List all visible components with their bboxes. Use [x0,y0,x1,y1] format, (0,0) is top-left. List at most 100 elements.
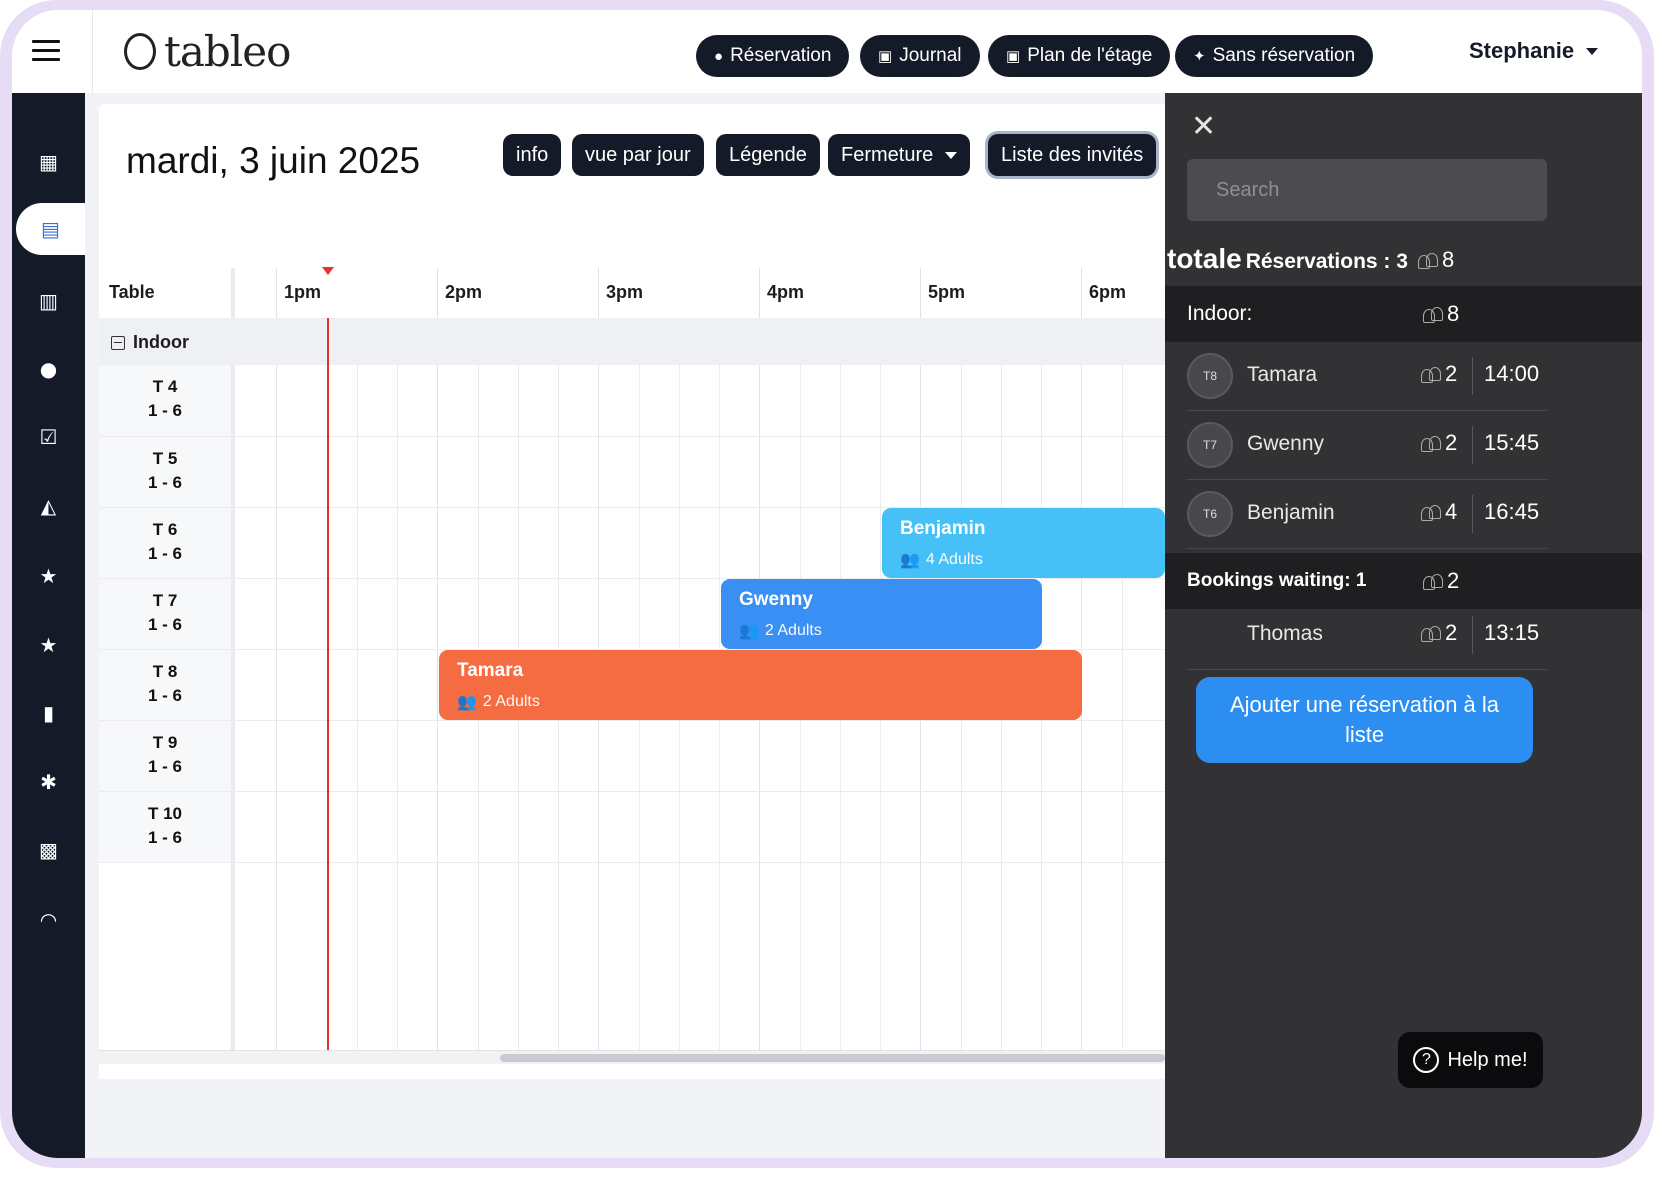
row-divider [99,720,1165,721]
divider [1472,426,1473,464]
guest-list-panel: ✕ totale Réservations : 3 8 Indoor: 8 T8… [1165,93,1642,1158]
table-capacity: 1 - 6 [147,686,183,705]
booking-block[interactable]: Tamara 👥 2 Adults [439,650,1082,720]
guest-name: Thomas [1247,622,1323,645]
floor-plan-button[interactable]: ▣ Plan de l'étage [988,35,1171,77]
guest-name: Benjamin [1247,501,1335,524]
booking-guests-label: 2 Adults [764,622,822,639]
hour-label: 2pm [445,282,483,302]
table-badge: T7 [1187,422,1233,468]
section-guests-value: 2 [1447,568,1460,593]
table-name: T 7 [152,591,178,610]
plus-circle-icon: ● [714,47,724,65]
people-icon [1421,366,1441,383]
walk-in-button[interactable]: ✦ Sans réservation [1175,35,1374,77]
legend-button[interactable]: Légende [716,134,820,176]
plus-card-icon[interactable]: ▮ [12,687,85,739]
main-panel: mardi, 3 juin 2025 info vue par jour Lég… [99,104,1165,1079]
user-name: Stephanie [1469,38,1575,63]
group-toggle[interactable]: Indoor [111,332,189,353]
people-icon [1423,573,1443,590]
gift-icon[interactable]: ▩ [12,824,85,876]
review-icon[interactable]: ☑ [12,411,85,463]
row-divider [99,436,1165,437]
group-row[interactable]: Indoor [99,318,1165,365]
user-menu[interactable]: Stephanie [1469,38,1599,64]
row-divider [99,791,1165,792]
top-bar: tableo ● Réservation ▣ Journal ▣ Plan de… [12,10,1642,93]
hamburger-menu-icon[interactable] [32,40,60,62]
section-label: Bookings waiting: 1 [1187,570,1367,591]
table-badge: T6 [1187,491,1233,537]
chart-icon[interactable]: ◭ [12,480,85,532]
headset-icon[interactable]: ◠ [12,894,85,946]
table-cell: T 4 1 - 6 [99,365,231,436]
section-label: Indoor: [1187,302,1253,325]
table-badge: T8 [1187,353,1233,399]
guest-list-button[interactable]: Liste des invités [988,134,1157,176]
guest-time: 14:00 [1484,361,1540,386]
search-input[interactable] [1187,159,1547,221]
reservation-button[interactable]: ● Réservation [696,35,850,77]
walk-in-button-label: Sans réservation [1212,45,1356,66]
divider [1472,495,1473,533]
calendar-icon: ▣ [878,48,893,65]
section-guests: 8 [1423,301,1459,327]
divider [1472,357,1473,395]
indoor-section-header: Indoor: 8 [1165,286,1642,342]
table-name: T 9 [152,733,178,752]
chevron-down-icon [945,151,958,159]
guest-row[interactable]: T7 Gwenny 2 15:45 [1187,412,1547,480]
table-capacity: 1 - 6 [147,544,183,563]
device-frame: tableo ● Réservation ▣ Journal ▣ Plan de… [0,0,1654,1168]
gridline [357,318,358,1050]
guest-time: 16:45 [1484,499,1540,524]
booking-block[interactable]: Benjamin 👥 4 Adults [882,508,1165,578]
logo[interactable]: tableo [124,26,291,76]
column-separator [231,268,235,1058]
book-icon[interactable]: ▥ [12,275,85,327]
dashboard-icon[interactable]: ▦ [12,136,85,188]
star-icon[interactable]: ★ [12,550,85,602]
logo-text: tableo [164,26,291,76]
day-view-button[interactable]: vue par jour [572,134,704,176]
total-guests: 8 [1417,247,1454,273]
user-icon[interactable]: ● [12,343,85,395]
star-icon[interactable]: ★ [12,619,85,671]
gridline [397,318,398,1050]
guest-row[interactable]: T6 Benjamin 4 16:45 [1187,481,1547,549]
close-icon[interactable]: ✕ [1191,109,1216,144]
guest-count: 2 [1421,430,1457,456]
table-capacity: 1 - 6 [147,401,183,420]
journal-button-label: Journal [899,45,962,66]
sidebar: ▦ ▤ ▥ ● ☑ ◭ ★ ★ ▮ ✱ ▩ ◠ [12,93,85,1158]
gear-icon[interactable]: ✱ [12,756,85,808]
walk-in-icon: ✦ [1193,48,1206,65]
section-guests: 2 [1423,568,1459,594]
group-icon: 👥 [457,694,477,711]
table-column-header: Table [109,282,155,302]
journal-button[interactable]: ▣ Journal [860,35,980,77]
info-button[interactable]: info [503,134,562,176]
booking-guests-label: 2 Adults [482,693,540,710]
app-screen: tableo ● Réservation ▣ Journal ▣ Plan de… [12,10,1642,1158]
section-guests-value: 8 [1447,301,1460,326]
closing-dropdown[interactable]: Fermeture [828,134,971,176]
row-divider [99,862,1165,863]
help-button[interactable]: ? Help me! [1398,1032,1543,1088]
add-to-waitlist-button[interactable]: Ajouter une réservation à la liste [1196,677,1533,763]
waiting-section-header: Bookings waiting: 1 2 [1165,553,1642,609]
help-icon: ? [1413,1047,1440,1073]
scrollbar-thumb[interactable] [500,1054,1165,1062]
guest-count-value: 2 [1445,361,1458,386]
logo-mark [124,32,156,70]
booking-block[interactable]: Gwenny 👥 2 Adults [721,579,1042,649]
waiting-row[interactable]: Thomas 2 13:15 [1187,602,1547,670]
guest-row[interactable]: T8 Tamara 2 14:00 [1187,343,1547,411]
horizontal-scrollbar[interactable] [99,1050,1165,1064]
people-icon [1421,435,1441,452]
floor-plan-button-label: Plan de l'étage [1027,45,1153,66]
calendar-icon[interactable]: ▤ [16,203,85,255]
hour-label: 6pm [1089,282,1127,302]
page-title: mardi, 3 juin 2025 [126,140,421,181]
